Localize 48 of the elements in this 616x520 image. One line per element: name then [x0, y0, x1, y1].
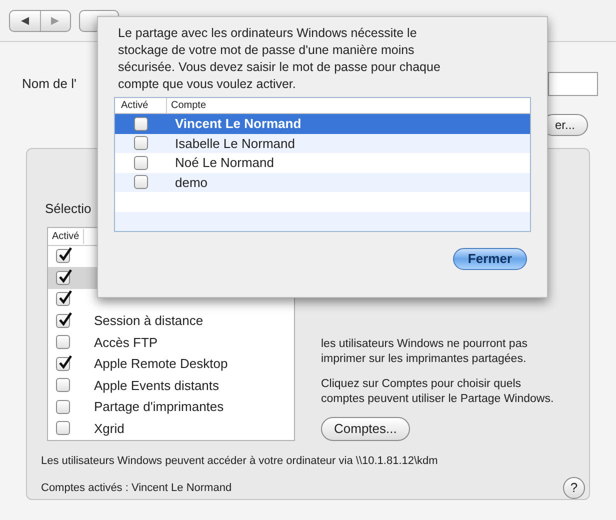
checkbox[interactable]	[134, 116, 148, 131]
address-note: Les utilisateurs Windows peuvent accéder à votre ordinateur via \\10.1.81.12\kdm	[41, 454, 439, 468]
sheet-message: Le partage avec les ordinateurs Windows nécessite le stockage de votre mot de passe d'une manière moins sécurisée. Vous devez saisir le mot de passe pour chaque compte que vous voulez activer.	[117, 25, 442, 93]
description-text: Cliquez sur Comptes pour choisir quels comptes peuvent utiliser le Partage Windows.	[321, 376, 555, 406]
account-row[interactable]: Isabelle Le Normand	[115, 134, 530, 154]
service-name: Apple Remote Desktop	[94, 355, 228, 373]
service-name: Accès FTP	[94, 334, 158, 352]
checkmark-icon	[58, 268, 72, 283]
service-name: Session à distance	[94, 312, 204, 330]
checkbox[interactable]	[56, 356, 70, 371]
description-text: les utilisateurs Windows ne pourront pas imprimer sur les imprimantes partagées.	[321, 336, 528, 366]
computer-name-field[interactable]	[548, 72, 598, 96]
accounts-button[interactable]: Comptes...	[321, 416, 410, 440]
checkmark-icon	[58, 290, 72, 304]
checkbox[interactable]	[134, 175, 148, 190]
back-icon	[20, 16, 29, 24]
service-name: Xgrid	[94, 420, 124, 438]
checkbox[interactable]	[134, 136, 148, 150]
forward-icon	[51, 16, 60, 24]
account-row[interactable]: demo	[115, 172, 530, 192]
checkbox[interactable]	[56, 314, 70, 328]
checkbox[interactable]	[56, 400, 70, 414]
services-title: Sélectio	[45, 200, 92, 218]
help-button[interactable]: ?	[563, 477, 585, 499]
checkbox[interactable]	[134, 156, 148, 170]
checkbox[interactable]	[56, 292, 70, 306]
account-row[interactable]: Vincent Le Normand	[115, 114, 530, 134]
checkbox[interactable]	[56, 335, 70, 350]
enabled-accounts-text: Comptes activés : Vincent Le Normand	[41, 480, 232, 496]
column-header: Compte	[170, 99, 208, 114]
checkbox[interactable]	[56, 378, 70, 392]
account-name: Vincent Le Normand	[174, 115, 302, 134]
account-name: Noé Le Normand	[174, 154, 274, 172]
column-header: Activé	[115, 98, 167, 114]
checkmark-icon	[58, 312, 72, 326]
service-name: Partage d'imprimantes	[94, 398, 224, 416]
checkmark-icon	[58, 354, 72, 369]
back-forward-button[interactable]	[9, 10, 71, 32]
column-header: Activé	[48, 228, 84, 244]
computer-name-label: Nom de l'	[22, 75, 77, 94]
checkbox[interactable]	[56, 421, 70, 436]
account-name: Isabelle Le Normand	[174, 134, 295, 153]
account-name: demo	[174, 174, 208, 192]
checkmark-icon	[58, 247, 72, 262]
service-name: Apple Events distants	[94, 376, 220, 395]
checkbox[interactable]	[56, 270, 70, 285]
close-button[interactable]: Fermer	[452, 248, 527, 270]
checkbox[interactable]	[56, 249, 70, 264]
